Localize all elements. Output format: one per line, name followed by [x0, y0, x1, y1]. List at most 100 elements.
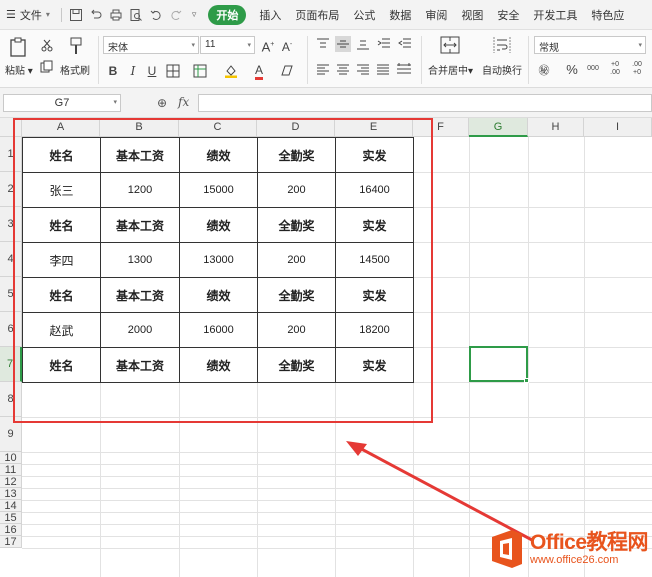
print-preview-icon[interactable]: [129, 8, 143, 22]
row-header-13[interactable]: 13: [0, 488, 22, 500]
copy-icon[interactable]: [40, 60, 53, 73]
tab-formulas[interactable]: 公式: [346, 7, 382, 23]
tab-security[interactable]: 安全: [490, 7, 526, 23]
row-header-17[interactable]: 17: [0, 536, 22, 548]
increase-decimal-button[interactable]: +0 .00: [606, 61, 624, 77]
divider: [307, 36, 308, 84]
file-menu[interactable]: ☰ 文件 ▾: [0, 7, 57, 23]
row-header-10[interactable]: 10: [0, 452, 22, 464]
column-header-g[interactable]: G: [469, 118, 528, 137]
distributed-icon[interactable]: [396, 63, 412, 77]
align-left-icon[interactable]: [316, 64, 330, 76]
decrease-indent-icon[interactable]: [377, 38, 391, 50]
tab-home[interactable]: 开始: [208, 4, 247, 25]
format-painter-icon[interactable]: [68, 36, 84, 56]
chevron-down-icon: ▾: [638, 42, 642, 49]
align-bottom-icon[interactable]: [356, 38, 370, 50]
fill-color-icon[interactable]: [224, 63, 238, 78]
redo-icon[interactable]: [169, 8, 183, 22]
underline-button[interactable]: U: [144, 63, 160, 79]
align-right-icon[interactable]: [356, 64, 370, 76]
clear-format-icon[interactable]: [280, 64, 294, 77]
row-header-15[interactable]: 15: [0, 512, 22, 524]
file-menu-label: 文件: [19, 9, 42, 22]
tab-review[interactable]: 审阅: [418, 7, 454, 23]
currency-icon[interactable]: ㊙: [536, 63, 552, 79]
gridline: [22, 452, 652, 453]
wrap-text-icon[interactable]: [492, 36, 512, 54]
merge-center-button[interactable]: 合并居中▾: [428, 62, 473, 77]
row-header-11[interactable]: 11: [0, 464, 22, 476]
watermark-title: Office教程网: [530, 530, 649, 554]
paste-icon[interactable]: [8, 36, 28, 58]
tab-insert[interactable]: 插入: [252, 7, 288, 23]
name-box[interactable]: G7 ▾: [3, 94, 121, 112]
fill-handle[interactable]: [524, 378, 529, 383]
divider: [60, 7, 62, 22]
align-middle-icon[interactable]: [335, 36, 351, 52]
print-icon[interactable]: [109, 8, 123, 22]
formula-input[interactable]: [198, 94, 652, 112]
paste-button[interactable]: 粘贴 ▾: [5, 62, 33, 77]
bold-button[interactable]: B: [105, 63, 121, 79]
align-center-icon[interactable]: [336, 64, 350, 76]
save-icon[interactable]: [69, 8, 83, 22]
increase-indent-icon[interactable]: [398, 38, 412, 50]
quick-access-dropdown-icon[interactable]: ▿: [192, 9, 197, 20]
row-header-16[interactable]: 16: [0, 524, 22, 536]
gridline: [22, 500, 652, 501]
decrease-font-icon[interactable]: A-: [279, 37, 295, 54]
number-format-select[interactable]: 常规 ▾: [534, 36, 646, 54]
watermark: Office教程网 www.office26.com: [488, 525, 649, 573]
watermark-url: www.office26.com: [530, 553, 619, 566]
active-cell[interactable]: [469, 346, 529, 383]
justify-icon[interactable]: [376, 64, 390, 76]
wrap-text-button[interactable]: 自动换行: [482, 62, 522, 77]
gridline: [22, 512, 652, 513]
decrease-decimal-button[interactable]: .00 +0: [628, 61, 646, 77]
gridline: [584, 137, 585, 577]
align-top-icon[interactable]: [316, 38, 330, 50]
borders-icon[interactable]: [166, 64, 180, 78]
italic-button[interactable]: I: [125, 63, 141, 79]
gridline: [22, 476, 652, 477]
ribbon: 粘贴 ▾ 格式刷 宋体 ▾ 11 ▾ A+ A- B I U A 合并居中▾ 自动换…: [0, 30, 652, 88]
chevron-down-icon: ▾: [247, 42, 251, 49]
highlight-box: [13, 118, 433, 423]
undo-history-icon[interactable]: [89, 8, 103, 22]
row-header-12[interactable]: 12: [0, 476, 22, 488]
cell-style-icon[interactable]: [193, 64, 207, 78]
cut-icon[interactable]: [40, 38, 54, 52]
row-header-14[interactable]: 14: [0, 500, 22, 512]
tab-page-layout[interactable]: 页面布局: [288, 7, 346, 23]
increase-font-icon[interactable]: A+: [260, 37, 276, 54]
font-size-select[interactable]: 11 ▾: [200, 36, 255, 54]
chevron-down-icon: ▾: [113, 99, 117, 106]
undo-icon[interactable]: [149, 8, 163, 22]
thousands-button[interactable]: 000: [584, 61, 602, 77]
formula-bar: G7 ▾ ⊕ fx: [0, 88, 652, 118]
merge-center-icon[interactable]: [440, 36, 460, 54]
column-header-h[interactable]: H: [528, 118, 584, 137]
fx-icon[interactable]: fx: [178, 95, 189, 109]
font-name-select[interactable]: 宋体 ▾: [103, 36, 199, 54]
column-header-i[interactable]: I: [584, 118, 652, 137]
office-logo-icon: [492, 530, 522, 568]
percent-button[interactable]: %: [564, 62, 580, 78]
chevron-down-icon: ▾: [191, 42, 195, 49]
spreadsheet-grid: A B C D E F G H I 1 2 3 4 5 6 7 8 9 10 1…: [0, 118, 652, 577]
format-painter-button[interactable]: 格式刷: [60, 62, 90, 77]
zoom-icon[interactable]: ⊕: [157, 96, 167, 110]
tab-view[interactable]: 视图: [454, 7, 490, 23]
tab-special[interactable]: 特色应: [584, 7, 624, 23]
divider: [421, 36, 422, 84]
divider: [528, 36, 529, 84]
tab-developer[interactable]: 开发工具: [526, 7, 584, 23]
hamburger-icon: ☰: [6, 9, 16, 21]
chevron-down-icon: ▾: [45, 10, 50, 19]
divider: [98, 36, 99, 84]
gridline: [22, 488, 652, 489]
tab-data[interactable]: 数据: [382, 7, 418, 23]
menu-bar: ☰ 文件 ▾ ▿ 开始 插入 页面布局 公式 数据 审阅 视图 安全 开发工具 …: [0, 0, 652, 30]
font-color-icon[interactable]: A: [251, 62, 267, 80]
